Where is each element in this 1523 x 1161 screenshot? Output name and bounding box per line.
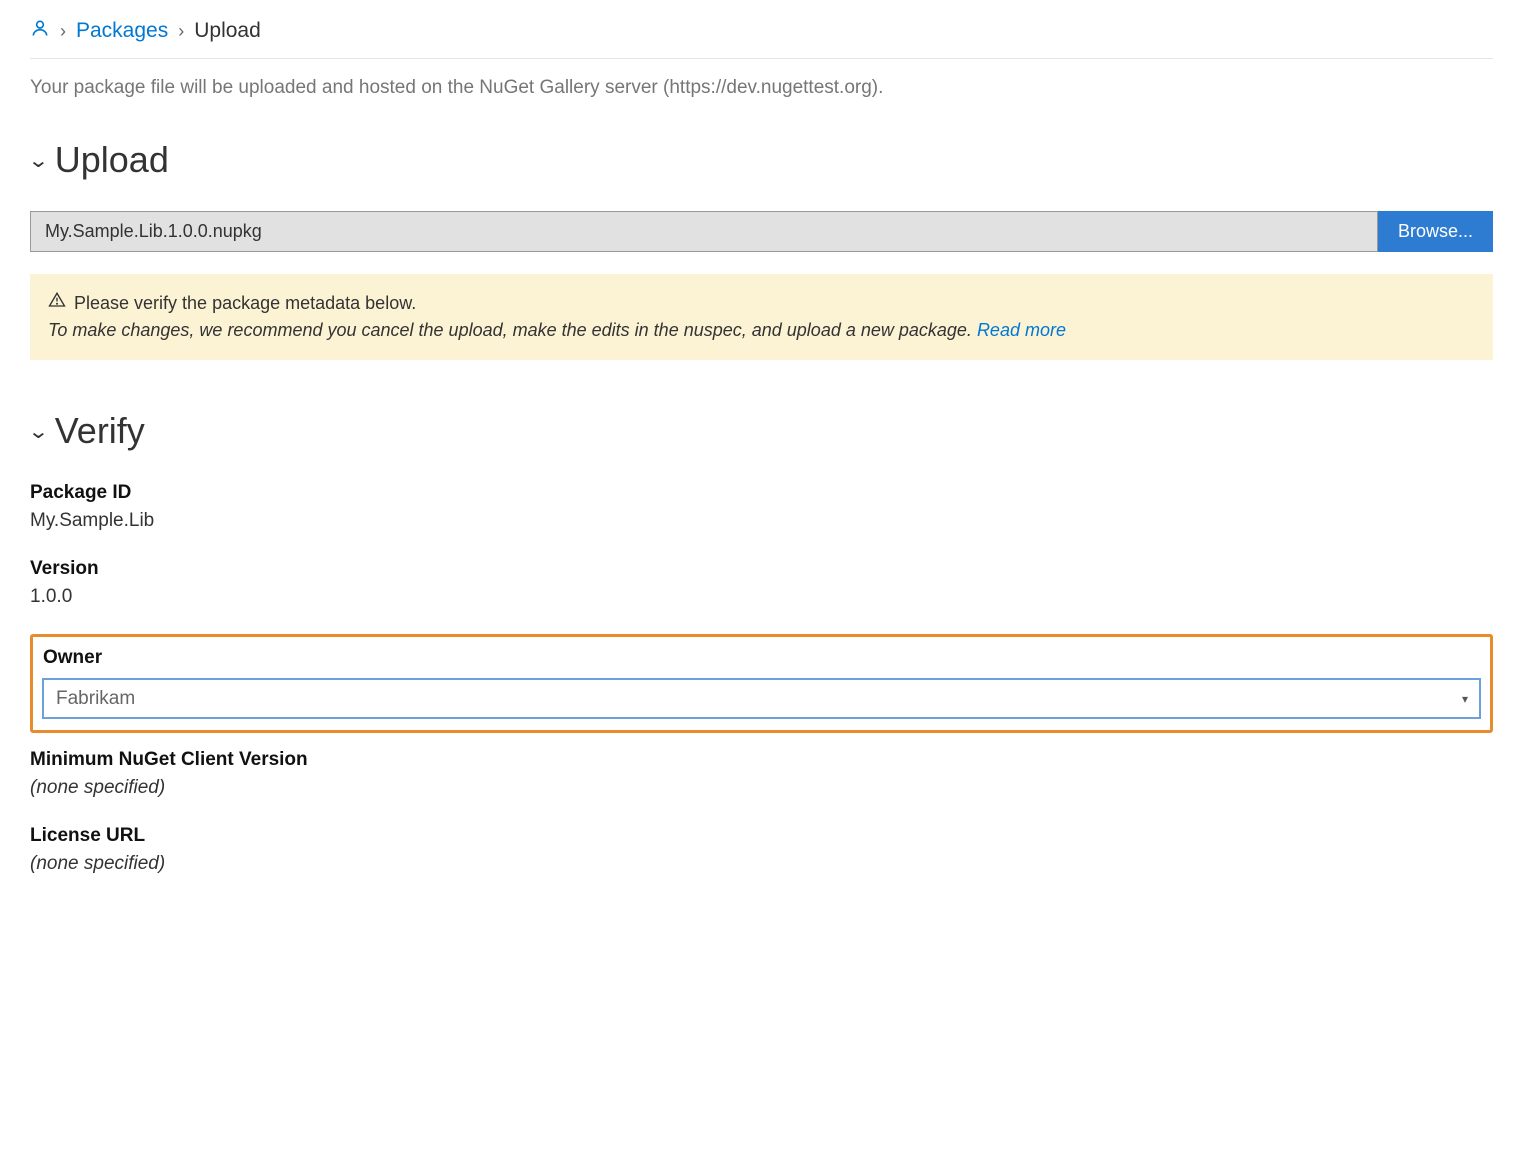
chevron-down-icon: ⌄ [27,148,49,173]
alert-text-line1: Please verify the package metadata below… [74,290,416,317]
breadcrumb-current: Upload [194,19,261,43]
field-license-url: License URL (none specified) [30,825,1493,875]
upload-section-header[interactable]: ⌄ Upload [30,139,1493,181]
upload-section-title: Upload [55,139,169,181]
field-version: Version 1.0.0 [30,558,1493,608]
breadcrumb-separator-icon: › [60,21,66,42]
field-value-package-id: My.Sample.Lib [30,510,1493,532]
verify-alert: Please verify the package metadata below… [30,274,1493,360]
field-value-version: 1.0.0 [30,586,1493,608]
field-label-license-url: License URL [30,825,1493,847]
field-value-min-client: (none specified) [30,777,1493,799]
breadcrumb-packages-link[interactable]: Packages [76,19,168,43]
upload-filename-display: My.Sample.Lib.1.0.0.nupkg [30,211,1378,252]
verify-section-title: Verify [55,410,145,452]
field-label-owner: Owner [43,647,1480,669]
owner-select[interactable]: Fabrikam [43,679,1480,718]
chevron-down-icon: ⌄ [27,419,49,444]
verify-section-header[interactable]: ⌄ Verify [30,410,1493,452]
read-more-link[interactable]: Read more [977,320,1066,340]
field-min-client: Minimum NuGet Client Version (none speci… [30,749,1493,799]
warning-icon [48,290,66,317]
breadcrumb: › Packages › Upload [30,18,1493,59]
field-value-license-url: (none specified) [30,853,1493,875]
breadcrumb-separator-icon: › [178,21,184,42]
user-icon[interactable] [30,18,50,44]
page-description: Your package file will be uploaded and h… [30,77,1493,99]
field-package-id: Package ID My.Sample.Lib [30,482,1493,532]
browse-button[interactable]: Browse... [1378,211,1493,252]
field-label-version: Version [30,558,1493,580]
alert-text-line2: To make changes, we recommend you cancel… [48,320,977,340]
field-label-package-id: Package ID [30,482,1493,504]
field-owner-highlighted: Owner Fabrikam [30,634,1493,733]
upload-file-row: My.Sample.Lib.1.0.0.nupkg Browse... [30,211,1493,252]
field-label-min-client: Minimum NuGet Client Version [30,749,1493,771]
